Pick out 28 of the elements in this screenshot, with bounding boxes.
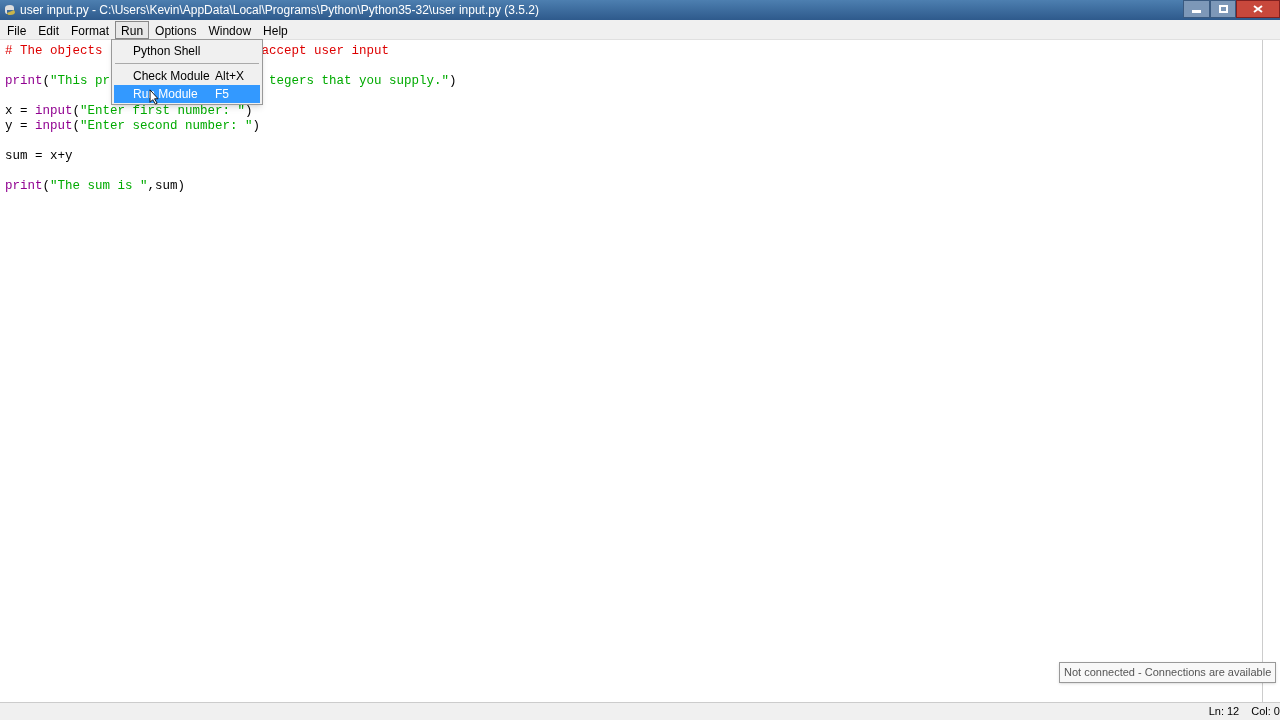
python-icon: [3, 3, 17, 17]
line-number: Ln: 12: [1208, 704, 1240, 720]
menu-item[interactable]: Format: [65, 20, 116, 39]
code-line: print("This pr: [5, 74, 111, 89]
menu-item[interactable]: Help: [257, 20, 294, 39]
minimize-icon: [1192, 10, 1201, 13]
menu-option[interactable]: Python Shell: [114, 42, 260, 60]
code-line: y = input("Enter second number: "): [5, 119, 261, 134]
column-number: Col: 0: [1251, 704, 1280, 720]
code-line: sum = x+y: [5, 149, 73, 164]
close-icon: [1253, 5, 1263, 13]
code-line: tegers that you supply."): [269, 74, 457, 89]
restore-icon: [1218, 5, 1228, 13]
menu-item[interactable]: Window: [202, 20, 258, 39]
menu-item[interactable]: File: [1, 20, 33, 39]
menu-item[interactable]: Options: [149, 20, 203, 39]
menu-item[interactable]: Edit: [32, 20, 66, 39]
code-line: x = input("Enter first number: "): [5, 104, 253, 119]
minimize-button[interactable]: [1183, 0, 1210, 18]
code-line: accept user input: [261, 44, 390, 59]
tooltip: Not connected - Connections are available: [1059, 662, 1277, 683]
menu-option[interactable]: Check Module Alt+X: [114, 67, 260, 85]
code-line: print("The sum is ",sum): [5, 179, 186, 194]
menu-item[interactable]: Run: [115, 20, 150, 39]
maximize-button[interactable]: [1210, 0, 1236, 18]
code-line: # The objects: [5, 44, 103, 59]
close-button[interactable]: [1236, 0, 1280, 18]
window-title: user input.py - C:\Users\Kevin\AppData\Local\Programs\Python\Python35-32\user input.py (3.5.2): [20, 2, 539, 19]
